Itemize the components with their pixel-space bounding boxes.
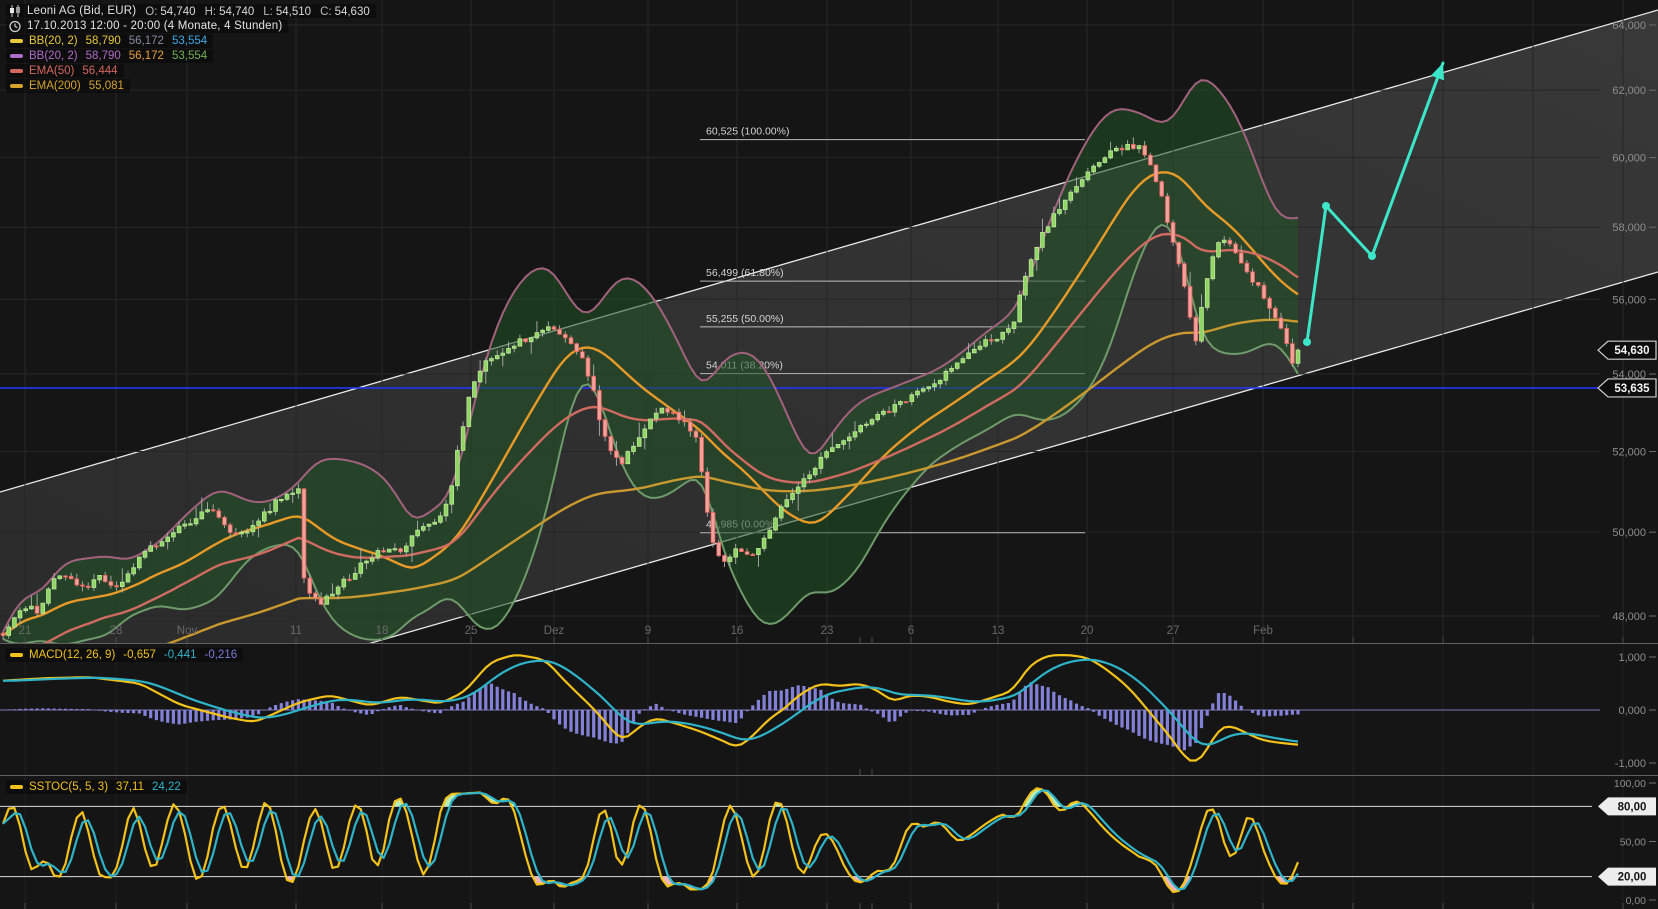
time-axis-label: 11 <box>290 625 302 637</box>
price-axis-label: 60,000 <box>1612 153 1646 165</box>
ohlc-values: O:54,740 H:54,740 L:54,510 C:54,630 <box>136 2 369 20</box>
indicator-legend-row[interactable]: EMA(200) 55,081 <box>6 79 130 93</box>
time-axis-label: 27 <box>1167 625 1180 637</box>
macd-indicator-label[interactable]: MACD(12, 26, 9) -0,657 -0,441 -0,216 <box>6 648 243 662</box>
clock-icon <box>8 20 22 33</box>
time-axis-label: 28 <box>110 625 123 637</box>
chart-legend: Leoni AG (Bid, EUR) O:54,740 H:54,740 L:54… <box>6 4 376 94</box>
stoch-level-tag[interactable]: 20,00 <box>1598 868 1656 886</box>
svg-text:53,635: 53,635 <box>1614 383 1650 395</box>
price-axis-label: 58,000 <box>1612 222 1646 234</box>
legend-dash-icon <box>10 785 23 789</box>
time-axis-label: 25 <box>465 625 478 637</box>
stoch-axis-label: 0,00 <box>1626 895 1647 907</box>
legend-dash-icon <box>10 69 23 73</box>
fib-level-label: 60,525 (100.00%) <box>706 126 789 138</box>
legend-text: EMA(200) <box>29 80 81 92</box>
price-axis-label: 50,000 <box>1612 527 1646 539</box>
indicator-legend-rows: BB(20, 2) 58,790 56,172 53,554 BB(20, 2) 58,7… <box>6 34 376 93</box>
time-axis-label: 9 <box>645 625 651 637</box>
fib-level-label: 55,255 (50.00%) <box>706 313 784 325</box>
datetime-label: 17.10.2013 12:00 - 20:00 (4 Monate, 4 St… <box>27 20 282 32</box>
stoch-axis-label: 100,00 <box>1614 778 1646 790</box>
price-axis-label: 48,000 <box>1612 611 1646 623</box>
price-axis-label: 56,000 <box>1612 294 1646 306</box>
ohlc-pair: H:54,740 <box>205 6 255 18</box>
legend-text: 55,081 <box>89 80 124 92</box>
macd-axis-label: -1,000 <box>1615 758 1646 770</box>
time-axis-label: Nov <box>177 625 198 637</box>
price-marker-tag[interactable]: 53,635 <box>1598 379 1656 397</box>
price-axis-label: 62,000 <box>1612 85 1646 97</box>
time-axis-label: 21 <box>19 625 32 637</box>
legend-text: BB(20, 2) <box>29 35 78 47</box>
svg-text:20,00: 20,00 <box>1618 872 1647 884</box>
datetime-row: 17.10.2013 12:00 - 20:00 (4 Monate, 4 St… <box>6 19 288 33</box>
legend-text: 53,554 <box>172 35 207 47</box>
legend-text: 58,790 <box>86 50 121 62</box>
trading-chart-window: 60,525 (100.00%) 56,499 (61.80%) 55,255 (5… <box>0 0 1658 909</box>
stoch-level-tag[interactable]: 80,00 <box>1598 797 1656 815</box>
stochastic-indicator-label[interactable]: SSTOC(5, 5, 3) 37,11 24,22 <box>6 780 187 794</box>
arrow-vertex-handle[interactable] <box>1303 338 1311 346</box>
arrow-vertex-handle[interactable] <box>1322 202 1330 210</box>
legend-dash-icon <box>10 54 23 58</box>
legend-text: MACD(12, 26, 9) <box>29 649 115 661</box>
arrow-vertex-handle[interactable] <box>1368 252 1376 260</box>
ohlc-pair: O:54,740 <box>145 6 195 18</box>
price-axis-label: 52,000 <box>1612 447 1646 459</box>
time-axis-label: Dez <box>544 625 565 637</box>
legend-text: -0,216 <box>205 649 238 661</box>
price-marker-tag[interactable]: 54,630 <box>1598 341 1656 359</box>
ohlc-pair: C:54,630 <box>320 6 370 18</box>
legend-text: 53,554 <box>172 50 207 62</box>
time-axis-label: Feb <box>1253 625 1273 637</box>
legend-text: -0,657 <box>123 649 156 661</box>
legend-text: -0,441 <box>164 649 197 661</box>
svg-text:80,00: 80,00 <box>1618 801 1647 813</box>
time-axis-label: 23 <box>821 625 834 637</box>
legend-dash-icon <box>10 653 23 657</box>
chart-canvas[interactable]: 60,525 (100.00%) 56,499 (61.80%) 55,255 (5… <box>0 0 1658 909</box>
time-axis-label: 20 <box>1081 625 1094 637</box>
legend-text: BB(20, 2) <box>29 50 78 62</box>
macd-axis-label: 1,000 <box>1618 652 1646 664</box>
legend-text: 24,22 <box>152 781 181 793</box>
candlestick-icon <box>8 5 22 17</box>
legend-text: SSTOC(5, 5, 3) <box>29 781 108 793</box>
instrument-title-row: Leoni AG (Bid, EUR) O:54,740 H:54,740 L:54… <box>6 4 376 18</box>
indicator-legend-row[interactable]: BB(20, 2) 58,790 56,172 53,554 <box>6 49 213 63</box>
legend-text: 37,11 <box>116 781 144 793</box>
legend-dash-icon <box>10 39 23 43</box>
svg-text:54,630: 54,630 <box>1614 345 1649 357</box>
legend-text: 58,790 <box>86 35 121 47</box>
price-axis-label: 64,000 <box>1612 20 1646 32</box>
macd-axis-label: 0,000 <box>1618 705 1646 717</box>
fib-level-label: 56,499 (61.80%) <box>706 267 784 279</box>
indicator-legend-row[interactable]: BB(20, 2) 58,790 56,172 53,554 <box>6 34 213 48</box>
instrument-title: Leoni AG (Bid, EUR) <box>27 5 136 17</box>
legend-text: EMA(50) <box>29 65 74 77</box>
time-axis-label: 6 <box>908 625 914 637</box>
time-axis-label: 16 <box>731 625 744 637</box>
legend-text: 56,172 <box>129 50 164 62</box>
legend-dash-icon <box>10 84 23 88</box>
time-axis-label: 13 <box>992 625 1005 637</box>
stoch-axis-label: 50,00 <box>1620 837 1646 849</box>
legend-text: 56,444 <box>82 65 117 77</box>
indicator-legend-row[interactable]: EMA(50) 56,444 <box>6 64 124 78</box>
ohlc-pair: L:54,510 <box>263 6 311 18</box>
time-axis-label: 18 <box>376 625 389 637</box>
legend-text: 56,172 <box>129 35 164 47</box>
